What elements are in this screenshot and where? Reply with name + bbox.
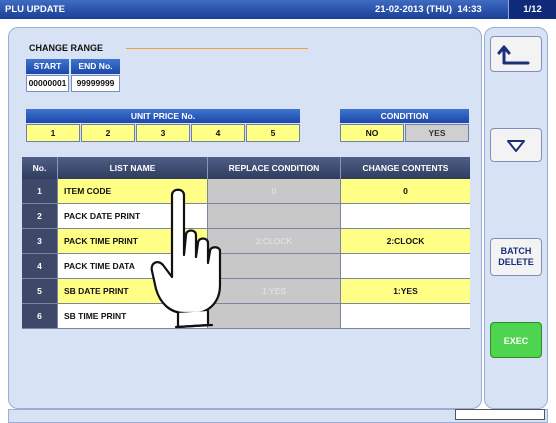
datetime-display: 21-02-2013 (THU) 14:33	[375, 4, 482, 15]
col-header-change-contents: CHANGE CONTENTS	[341, 157, 470, 179]
title-bar: PLU UPDATE 21-02-2013 (THU) 14:33 1/12	[0, 0, 556, 19]
start-no-field[interactable]: 00000001	[26, 75, 69, 92]
bottom-input-box	[455, 409, 545, 420]
condition-header: CONDITION	[340, 109, 469, 123]
unit-price-3-button[interactable]: 3	[136, 124, 190, 142]
row-2-change-contents[interactable]	[341, 204, 470, 229]
batch-delete-button[interactable]: BATCH DELETE	[490, 238, 542, 276]
row-5-change-contents[interactable]: 1:YES	[341, 279, 470, 304]
divider-line	[126, 48, 308, 49]
row-4-no: 4	[22, 254, 58, 279]
unit-price-2-button[interactable]: 2	[81, 124, 135, 142]
unit-price-4-button[interactable]: 4	[191, 124, 245, 142]
col-header-replace-condition: REPLACE CONDITION	[208, 157, 341, 179]
condition-no-button[interactable]: NO	[340, 124, 404, 142]
col-header-list-name: LIST NAME	[58, 157, 208, 179]
row-5-no: 5	[22, 279, 58, 304]
change-range-label: CHANGE RANGE	[29, 43, 104, 53]
condition-yes-button[interactable]: YES	[405, 124, 469, 142]
page-indicator: 1/12	[508, 0, 556, 19]
unit-price-1-button[interactable]: 1	[26, 124, 80, 142]
end-no-header: END No.	[71, 59, 120, 74]
row-1-change-contents[interactable]: 0	[341, 179, 470, 204]
row-6-no: 6	[22, 304, 58, 329]
return-arrow-icon	[497, 45, 530, 65]
row-3-no: 3	[22, 229, 58, 254]
row-4-change-contents[interactable]	[341, 254, 470, 279]
down-triangle-icon	[507, 140, 525, 152]
scroll-down-button[interactable]	[490, 128, 542, 162]
unit-price-5-button[interactable]: 5	[246, 124, 300, 142]
start-no-header: START No.	[26, 59, 69, 86]
unit-price-header: UNIT PRICE No.	[26, 109, 300, 123]
row-3-change-contents[interactable]: 2:CLOCK	[341, 229, 470, 254]
row-1-no: 1	[22, 179, 58, 204]
exec-button[interactable]: EXEC	[490, 322, 542, 358]
end-no-field[interactable]: 99999999	[71, 75, 120, 92]
col-header-no: No.	[22, 157, 58, 179]
pointing-hand-icon	[150, 188, 222, 329]
row-2-no: 2	[22, 204, 58, 229]
row-6-change-contents[interactable]	[341, 304, 470, 329]
plu-update-screen: PLU UPDATE 21-02-2013 (THU) 14:33 1/12 C…	[0, 0, 556, 423]
return-button[interactable]	[490, 36, 542, 72]
window-title: PLU UPDATE	[5, 4, 65, 15]
